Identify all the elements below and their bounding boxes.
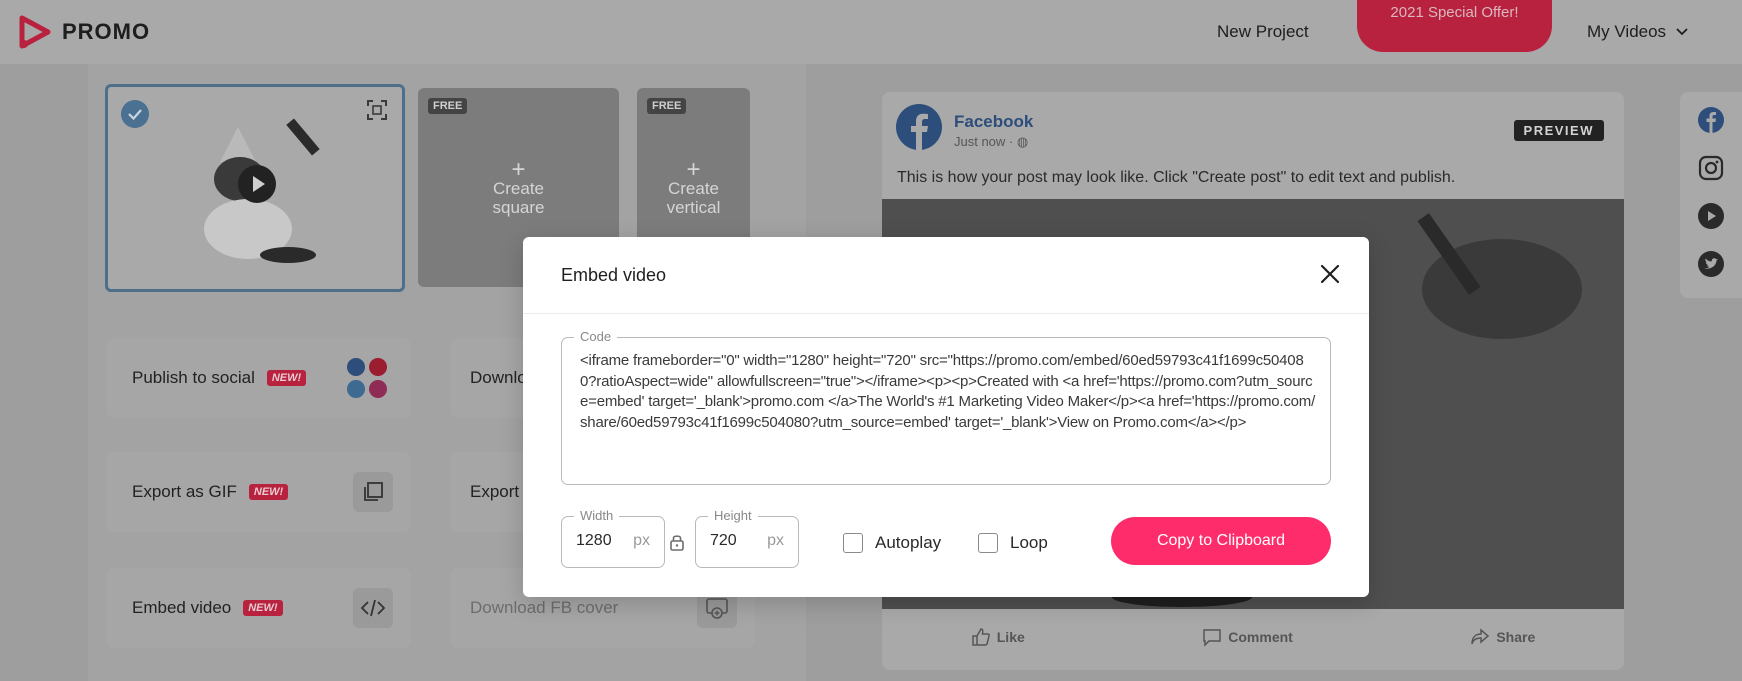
preview-badge: PREVIEW [1513, 120, 1604, 141]
create-square-line-2: square [492, 198, 545, 217]
width-input-value[interactable]: 1280 [576, 532, 612, 550]
post-timestamp: Just now · ◍ [954, 134, 1028, 150]
code-field-label: Code [574, 329, 618, 344]
promo-logo-icon [19, 15, 51, 49]
width-field[interactable]: Width 1280 px [561, 508, 665, 568]
create-square-label: + Create square [418, 156, 619, 218]
social-network-rail [1680, 92, 1742, 298]
share-button[interactable]: Share [1470, 627, 1535, 647]
new-project-link[interactable]: New Project [1217, 22, 1309, 42]
height-field-label: Height [708, 508, 758, 523]
chevron-down-icon [1676, 28, 1688, 36]
export-as-gif-card[interactable]: Export as GIF NEW! [106, 452, 411, 532]
lock-icon[interactable] [669, 533, 685, 551]
post-caption: This is how your post may look like. Cli… [897, 169, 1456, 186]
create-vertical-line-2: vertical [666, 198, 721, 217]
plus-icon: + [511, 156, 526, 183]
twitter-icon[interactable] [1697, 250, 1725, 278]
close-icon[interactable] [1319, 263, 1341, 285]
embed-code-text[interactable]: <iframe frameborder="0" width="1280" hei… [580, 351, 1316, 433]
facebook-avatar [896, 104, 942, 150]
height-unit: px [767, 532, 784, 549]
facebook-page-name[interactable]: Facebook [954, 112, 1033, 132]
gif-stack-icon [353, 472, 393, 512]
globe-icon: ◍ [1016, 134, 1029, 149]
dialog-divider [523, 313, 1369, 314]
embed-video-dialog: Embed video Code <iframe frameborder="0"… [523, 237, 1369, 597]
embed-video-label: Embed video [132, 598, 232, 617]
social-icons-cluster [347, 358, 387, 398]
facebook-icon[interactable] [1697, 106, 1725, 134]
publish-to-social-card[interactable]: Publish to social NEW! [106, 338, 411, 418]
autoplay-checkbox[interactable] [843, 533, 863, 553]
dialog-title: Embed video [561, 265, 667, 285]
like-label: Like [996, 629, 1025, 645]
loop-label: Loop [1010, 533, 1048, 552]
play-button[interactable] [238, 165, 276, 203]
autoplay-label: Autoplay [875, 533, 942, 552]
video-thumbnail-wide[interactable] [105, 84, 405, 292]
publish-to-social-label: Publish to social [132, 368, 255, 387]
free-badge: FREE [647, 98, 687, 114]
logo-text: PROMO [62, 19, 151, 44]
special-offer-button[interactable]: 2021 Special Offer! [1357, 0, 1552, 52]
fullscreen-icon[interactable] [366, 99, 388, 121]
like-button[interactable]: Like [971, 627, 1025, 647]
height-input-value[interactable]: 720 [710, 532, 737, 550]
autoplay-option[interactable]: Autoplay [843, 533, 941, 553]
create-square-line-1: Create [492, 179, 545, 198]
share-icon [1471, 628, 1490, 645]
code-icon [353, 588, 393, 628]
check-icon [121, 100, 149, 128]
loop-option[interactable]: Loop [978, 533, 1048, 553]
instagram-icon[interactable] [1697, 154, 1725, 182]
create-vertical-line-1: Create [667, 179, 720, 198]
download-label: Downlo [470, 368, 527, 387]
my-videos-label: My Videos [1587, 22, 1667, 41]
embed-video-card[interactable]: Embed video NEW! [106, 568, 411, 648]
post-action-bar: Like Comment Share [882, 617, 1624, 657]
comment-icon [1203, 629, 1222, 647]
comment-label: Comment [1228, 629, 1293, 645]
new-badge: NEW! [243, 600, 283, 616]
plus-icon: + [686, 156, 701, 183]
share-label: Share [1496, 629, 1536, 645]
embed-code-field[interactable]: Code <iframe frameborder="0" width="1280… [561, 329, 1331, 485]
free-badge: FREE [428, 98, 468, 114]
copy-to-clipboard-button[interactable]: Copy to Clipboard [1111, 517, 1331, 565]
download-fb-cover-label: Download FB cover [470, 598, 619, 617]
promo-logo[interactable]: PROMO [18, 14, 150, 50]
width-field-label: Width [574, 508, 620, 523]
new-badge: NEW! [248, 484, 289, 500]
youtube-icon[interactable] [1697, 202, 1725, 230]
timestamp-text: Just now · [954, 134, 1014, 149]
thumbs-up-icon [972, 628, 990, 646]
loop-checkbox[interactable] [978, 533, 998, 553]
my-videos-menu[interactable]: My Videos [1587, 22, 1688, 42]
export-label: Export [470, 482, 520, 501]
app-header: PROMO New Project 2021 Special Offer! My… [0, 0, 1742, 64]
create-vertical-label: + Create vertical [637, 156, 750, 218]
comment-button[interactable]: Comment [1202, 627, 1293, 647]
height-field[interactable]: Height 720 px [695, 508, 799, 568]
width-unit: px [633, 532, 650, 549]
export-as-gif-label: Export as GIF [132, 482, 237, 501]
new-badge: NEW! [266, 370, 307, 386]
